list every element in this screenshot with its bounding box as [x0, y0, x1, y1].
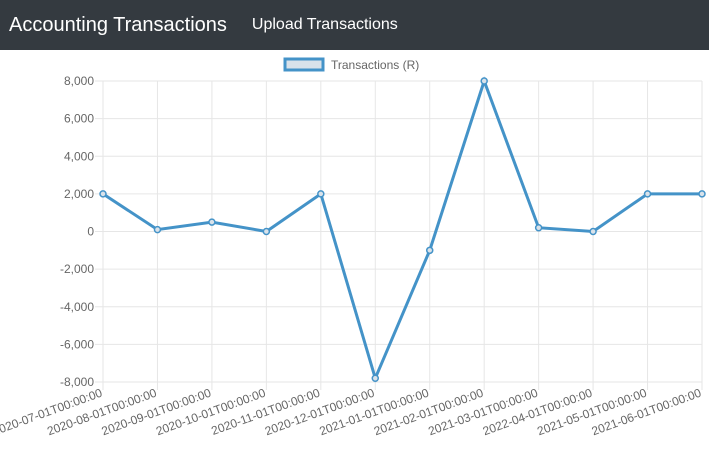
data-point [643, 190, 652, 198]
data-point [153, 225, 162, 234]
y-tick-label: 8,000 [64, 74, 94, 88]
data-point [698, 190, 706, 198]
data-point [262, 227, 271, 236]
nav-link-upload-transactions[interactable]: Upload Transactions [252, 16, 398, 34]
data-point [99, 190, 107, 198]
y-tick-label: -2,000 [60, 262, 94, 276]
y-tick-label: 6,000 [64, 112, 94, 126]
data-point [317, 190, 325, 198]
data-point [425, 246, 434, 255]
y-tick-label: -8,000 [60, 375, 94, 389]
legend-label: Transactions (R) [331, 58, 419, 72]
data-point [480, 77, 488, 85]
legend-swatch [283, 57, 325, 72]
data-point [534, 223, 543, 232]
y-tick-label: 2,000 [64, 187, 94, 201]
series-line [102, 76, 702, 383]
data-point [589, 227, 597, 236]
data-point [208, 218, 216, 226]
navbar: Accounting Transactions Upload Transacti… [0, 0, 709, 50]
y-tick-label: -4,000 [60, 300, 94, 314]
y-tick-label: -6,000 [60, 337, 94, 351]
transactions-line-chart: 8,000 6,000 4,000 2,000 0 -2,000 -4,000 -6,000 -… [0, 57, 706, 438]
data-point [371, 374, 380, 382]
y-tick-label: 4,000 [64, 149, 94, 163]
app-brand[interactable]: Accounting Transactions [9, 14, 227, 37]
y-tick-label: 0 [87, 225, 94, 239]
